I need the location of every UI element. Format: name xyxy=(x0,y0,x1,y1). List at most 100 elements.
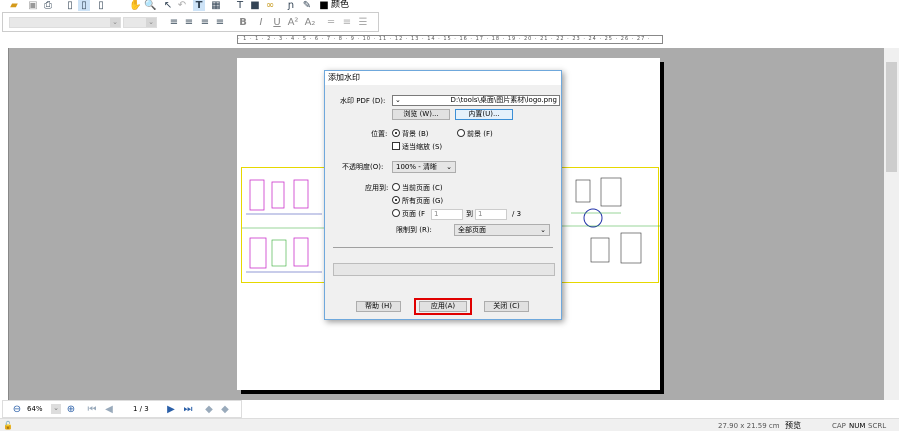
main-toolbar: ▰ ▣ ⎙ ▯ ▯ ▯ ✋ 🔍 ↖ ↶ T ▦ T ■ ∞ ɲ ✎ ■ 颜色 xyxy=(0,0,899,12)
pages-radio[interactable]: 页面 (F xyxy=(392,209,425,219)
align-right-icon[interactable]: ≡ xyxy=(199,17,211,28)
dialog-title: 添加水印 xyxy=(325,71,561,85)
checkbox-icon xyxy=(392,142,400,150)
background-label: 背景 (B) xyxy=(402,130,429,138)
radio-icon xyxy=(457,129,465,137)
subscript-icon[interactable]: A₂ xyxy=(304,17,316,28)
zoom-icon[interactable]: 🔍 xyxy=(144,0,156,11)
limit-select[interactable]: 全部页面 ⌄ xyxy=(454,224,550,236)
radio-icon xyxy=(392,183,400,191)
next-page-icon[interactable]: ▶ xyxy=(165,404,177,415)
font-family-select[interactable]: ⌄ xyxy=(9,17,121,28)
zoom-out-icon[interactable]: ⊖ xyxy=(11,404,23,415)
apply-to-label: 应用到: xyxy=(365,184,389,192)
text-tool-icon[interactable]: T xyxy=(193,0,205,11)
opacity-select[interactable]: 100% - 清晰 ⌄ xyxy=(392,161,456,173)
save-icon[interactable]: ▣ xyxy=(27,0,39,11)
superscript-icon[interactable]: A² xyxy=(287,17,299,28)
bold-icon[interactable]: B xyxy=(237,17,249,28)
fit-scale-label: 适当缩放 (S) xyxy=(402,143,443,151)
opacity-label: 不透明度(O): xyxy=(342,163,384,171)
all-pages-label: 所有页面 (G) xyxy=(402,197,444,205)
page-size: 27.90 x 21.59 cm xyxy=(718,422,780,430)
format-toolbar: ⌄ ⌄ ≡ ≡ ≡ ≡ B I U A² A₂ ═ ≡ ☰ xyxy=(2,12,379,32)
navigation-bar: ⊖ 64% ⌄ ⊕ ⏮ ◀ 1 / 3 ▶ ⏭ ◆ ◆ xyxy=(2,400,242,418)
watermark-path: D:\tools\桌面\图片素材\logo.png xyxy=(450,96,557,104)
page-icon[interactable]: ▯ xyxy=(64,0,76,11)
prev-page-icon[interactable]: ◀ xyxy=(103,404,115,415)
scrl-indicator: SCRL xyxy=(868,422,887,430)
help-button[interactable]: 帮助 (H) xyxy=(356,301,401,312)
chevron-down-icon: ⌄ xyxy=(446,163,452,171)
status-bar: 🔓 27.90 x 21.59 cm 预览 CAP NUM SCRL xyxy=(0,418,899,431)
forward-icon[interactable]: ◆ xyxy=(219,404,231,415)
drawing-graphic-right xyxy=(561,177,660,264)
font-size-select[interactable]: ⌄ xyxy=(123,17,157,28)
justify-icon[interactable]: ≡ xyxy=(214,17,226,28)
print-icon[interactable]: ⎙ xyxy=(42,0,54,11)
position-label: 位置: xyxy=(371,130,388,138)
progress-bar xyxy=(333,263,555,276)
page-from-input[interactable]: 1 xyxy=(431,209,463,220)
builtin-button[interactable]: 内置(U)... xyxy=(455,109,513,120)
close-button[interactable]: 关闭 (C) xyxy=(484,301,529,312)
cap-indicator: CAP xyxy=(832,422,846,430)
watermark-path-combo[interactable]: ⌄ D:\tools\桌面\图片素材\logo.png xyxy=(392,95,560,106)
horizontal-ruler: · 1 · 1 · 2 · 3 · 4 · 5 · 6 · 7 · 8 · 9 … xyxy=(237,35,663,44)
num-indicator: NUM xyxy=(849,422,866,430)
select-icon[interactable]: ↖ xyxy=(162,0,174,11)
current-page-label: 当前页面 (C) xyxy=(402,184,443,192)
align-left-icon[interactable]: ≡ xyxy=(168,17,180,28)
drawing-right xyxy=(560,167,660,283)
mode-label: 预览 xyxy=(785,421,801,430)
last-page-icon[interactable]: ⏭ xyxy=(182,404,194,415)
apply-button[interactable]: 应用(A) xyxy=(419,301,467,312)
line-spacing-3-icon[interactable]: ☰ xyxy=(357,17,369,28)
eyedropper-icon[interactable]: ✎ xyxy=(301,0,313,11)
all-pages-radio[interactable]: 所有页面 (G) xyxy=(392,196,443,206)
drawing-left xyxy=(241,167,326,283)
zoom-in-icon[interactable]: ⊕ xyxy=(65,404,77,415)
limit-label: 限制到 (R): xyxy=(396,226,432,234)
rotate-icon[interactable]: ↶ xyxy=(176,0,188,11)
current-page-radio[interactable]: 当前页面 (C) xyxy=(392,183,443,193)
zoom-level: 64% xyxy=(27,405,43,413)
watermark-pdf-label: 水印 PDF (D): xyxy=(340,97,386,105)
page-width-icon[interactable]: ▯ xyxy=(95,0,107,11)
vertical-ruler xyxy=(0,48,9,400)
color-button[interactable]: 颜色 xyxy=(331,0,349,11)
page-to-input[interactable]: 1 xyxy=(475,209,507,220)
radio-icon xyxy=(392,209,400,217)
open-icon[interactable]: ▰ xyxy=(8,0,20,11)
link-icon[interactable]: ∞ xyxy=(264,0,276,11)
align-center-icon[interactable]: ≡ xyxy=(183,17,195,28)
zoom-dropdown[interactable]: ⌄ xyxy=(51,404,61,414)
stamp-icon[interactable]: ■ xyxy=(249,0,261,11)
italic-icon[interactable]: I xyxy=(255,17,267,28)
shape-icon[interactable]: ɲ xyxy=(285,0,297,11)
first-page-icon[interactable]: ⏮ xyxy=(86,404,98,415)
foreground-radio[interactable]: 前景 (F) xyxy=(457,129,493,139)
fit-scale-checkbox[interactable]: 适当缩放 (S) xyxy=(392,142,442,152)
color-swatch-icon[interactable]: ■ xyxy=(318,0,330,11)
text-edit-icon[interactable]: T xyxy=(234,0,246,11)
add-watermark-dialog: 添加水印 水印 PDF (D): ⌄ D:\tools\桌面\图片素材\logo… xyxy=(324,70,562,320)
divider xyxy=(333,247,553,248)
chevron-down-icon: ⌄ xyxy=(395,96,401,104)
chevron-down-icon: ⌄ xyxy=(540,226,546,234)
underline-icon[interactable]: U xyxy=(271,17,283,28)
background-radio[interactable]: 背景 (B) xyxy=(392,129,429,139)
hand-icon[interactable]: ✋ xyxy=(129,0,141,11)
image-tool-icon[interactable]: ▦ xyxy=(210,0,222,11)
line-spacing-2-icon[interactable]: ≡ xyxy=(341,17,353,28)
unlock-icon: 🔓 xyxy=(3,421,13,430)
drawing-graphic xyxy=(242,179,326,273)
back-icon[interactable]: ◆ xyxy=(203,404,215,415)
foreground-label: 前景 (F) xyxy=(467,130,493,138)
scrollbar-thumb[interactable] xyxy=(886,62,897,172)
radio-checked-icon xyxy=(392,129,400,137)
browse-button[interactable]: 浏览 (W)... xyxy=(392,109,450,120)
radio-checked-icon xyxy=(392,196,400,204)
line-spacing-1-icon[interactable]: ═ xyxy=(325,17,337,28)
page-fit-icon[interactable]: ▯ xyxy=(78,0,90,11)
